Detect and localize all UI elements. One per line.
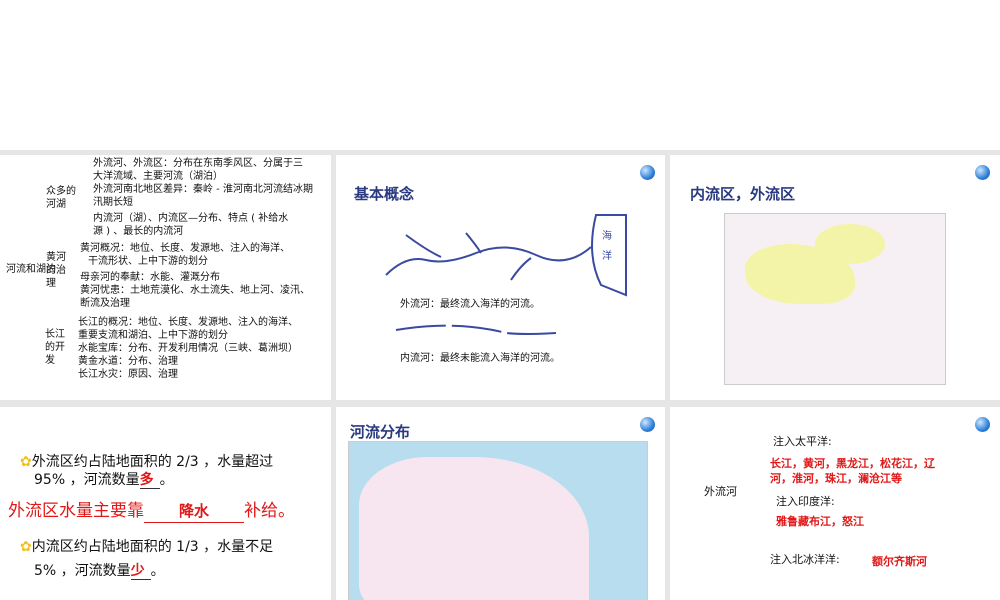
slide-title: 河流分布 xyxy=(350,423,411,441)
line: 黄河概况：地位、长度、发源地、注入的海洋、 xyxy=(80,243,290,254)
text: 外流区水量主要靠 xyxy=(8,501,144,521)
line: 大洋流域、主要河流（湖泊） xyxy=(93,171,223,182)
region-map xyxy=(724,213,946,385)
group-label: 众多的河湖 xyxy=(46,186,76,210)
line: 源 ) 、最长的内流河 xyxy=(93,226,184,237)
line: 汛期长短 xyxy=(93,197,133,208)
slide-title: 内流区，外流区 xyxy=(690,185,796,203)
line: 外流河南北地区差异：秦岭 - 淮河南北河流结冰期 xyxy=(93,184,313,195)
outflow-label: 外流河 xyxy=(704,485,737,498)
stat-outflow-2: 95% ，河流数量多。 xyxy=(34,471,174,489)
slide-grid: 河流和湖泊 众多的河湖 外流河、外流区：分布在东南季风区、分属于三 大洋流域、主… xyxy=(0,150,1000,600)
globe-icon xyxy=(975,165,990,180)
pacific-label: 注入太平洋: xyxy=(773,435,832,448)
inland-region xyxy=(815,224,885,264)
stat-inflow: ✿内流区约占陆地面积的 1/3 ，水量不足 xyxy=(20,538,273,556)
inflow-definition: 内流河：最终未能流入海洋的河流。 xyxy=(400,353,560,364)
flower-bullet-icon: ✿ xyxy=(20,454,32,470)
text: 内流区约占陆地面积的 1/3 ，水量不足 xyxy=(31,539,274,555)
group-label: 长江的开发 xyxy=(45,329,65,366)
group-label: 黄河的治理 xyxy=(46,252,66,289)
outflow-definition: 外流河：最终流入海洋的河流。 xyxy=(400,299,540,310)
arctic-label: 注入北冰洋洋: xyxy=(770,553,840,566)
line: 黄河忧患：土地荒漠化、水土流失、地上河、凌汛、 xyxy=(80,285,310,296)
indian-label: 注入印度洋: xyxy=(776,495,835,508)
slide-outline[interactable]: 河流和湖泊 众多的河湖 外流河、外流区：分布在东南季风区、分属于三 大洋流域、主… xyxy=(0,155,331,400)
line: 断流及治理 xyxy=(80,298,130,309)
slide-outflow-rivers[interactable]: 注入太平洋: 长江，黄河，黑龙江，松花江，辽 河，淮河，珠江，澜沧江等 外流河 … xyxy=(670,407,1000,600)
text: 。 xyxy=(150,563,165,579)
indian-rivers: 雅鲁藏布江，怒江 xyxy=(776,515,864,528)
line: 黄金水道：分布、治理 xyxy=(78,356,178,367)
line: 内流河（湖）、内流区—分布、特点 ( 补给水 xyxy=(93,213,289,224)
globe-icon xyxy=(640,417,655,432)
pacific-rivers: 长江，黄河，黑龙江，松花江，辽 xyxy=(770,457,935,470)
stat-outflow: ✿外流区约占陆地面积的 2/3 ，水量超过 xyxy=(20,453,273,471)
slide-stats[interactable]: ✿外流区约占陆地面积的 2/3 ，水量超过 95% ，河流数量多。 外流区水量主… xyxy=(0,407,331,600)
line: 长江的概况：地位、长度、发源地、注入的海洋、 xyxy=(78,317,298,328)
river-map xyxy=(348,441,648,600)
text: 5% ，河流数量 xyxy=(34,563,131,579)
stat-inflow-2: 5% ，河流数量少。 xyxy=(34,562,165,580)
answer: 降水 xyxy=(144,500,244,523)
answer: 多 xyxy=(139,472,160,489)
ocean-label: 海洋 xyxy=(602,231,612,262)
slide-regions[interactable]: 内流区，外流区 xyxy=(670,155,1000,400)
land-area xyxy=(359,457,589,600)
supply-statement: 外流区水量主要靠 降水 补给。 xyxy=(8,500,295,523)
slide-concepts[interactable]: 基本概念 海洋 外流河：最终流入海洋的河流。 内流河：最终未能流入海洋的河流。 xyxy=(336,155,665,400)
text: 95% ，河流数量 xyxy=(34,472,140,488)
line: 母亲河的奉献：水能、灌溉分布 xyxy=(80,272,220,283)
text: 外流区约占陆地面积的 2/3 ，水量超过 xyxy=(31,454,274,470)
slide-distribution[interactable]: 河流分布 xyxy=(336,407,665,600)
line: 外流河、外流区：分布在东南季风区、分属于三 xyxy=(93,158,303,169)
text: 。 xyxy=(159,472,174,488)
globe-icon xyxy=(975,417,990,432)
line: 重要支流和湖泊、上中下游的划分 xyxy=(78,330,228,341)
flower-bullet-icon: ✿ xyxy=(20,539,32,555)
arctic-rivers: 额尔齐斯河 xyxy=(872,555,927,568)
pacific-rivers: 河，淮河，珠江，澜沧江等 xyxy=(770,472,902,485)
line: 干流形状、上中下游的划分 xyxy=(88,256,208,267)
line: 长江水灾：原因、治理 xyxy=(78,369,178,380)
answer: 少 xyxy=(130,563,151,580)
text: 补给。 xyxy=(244,501,295,521)
line: 水能宝库：分布、开发利用情况（三峡、葛洲坝） xyxy=(78,343,298,354)
